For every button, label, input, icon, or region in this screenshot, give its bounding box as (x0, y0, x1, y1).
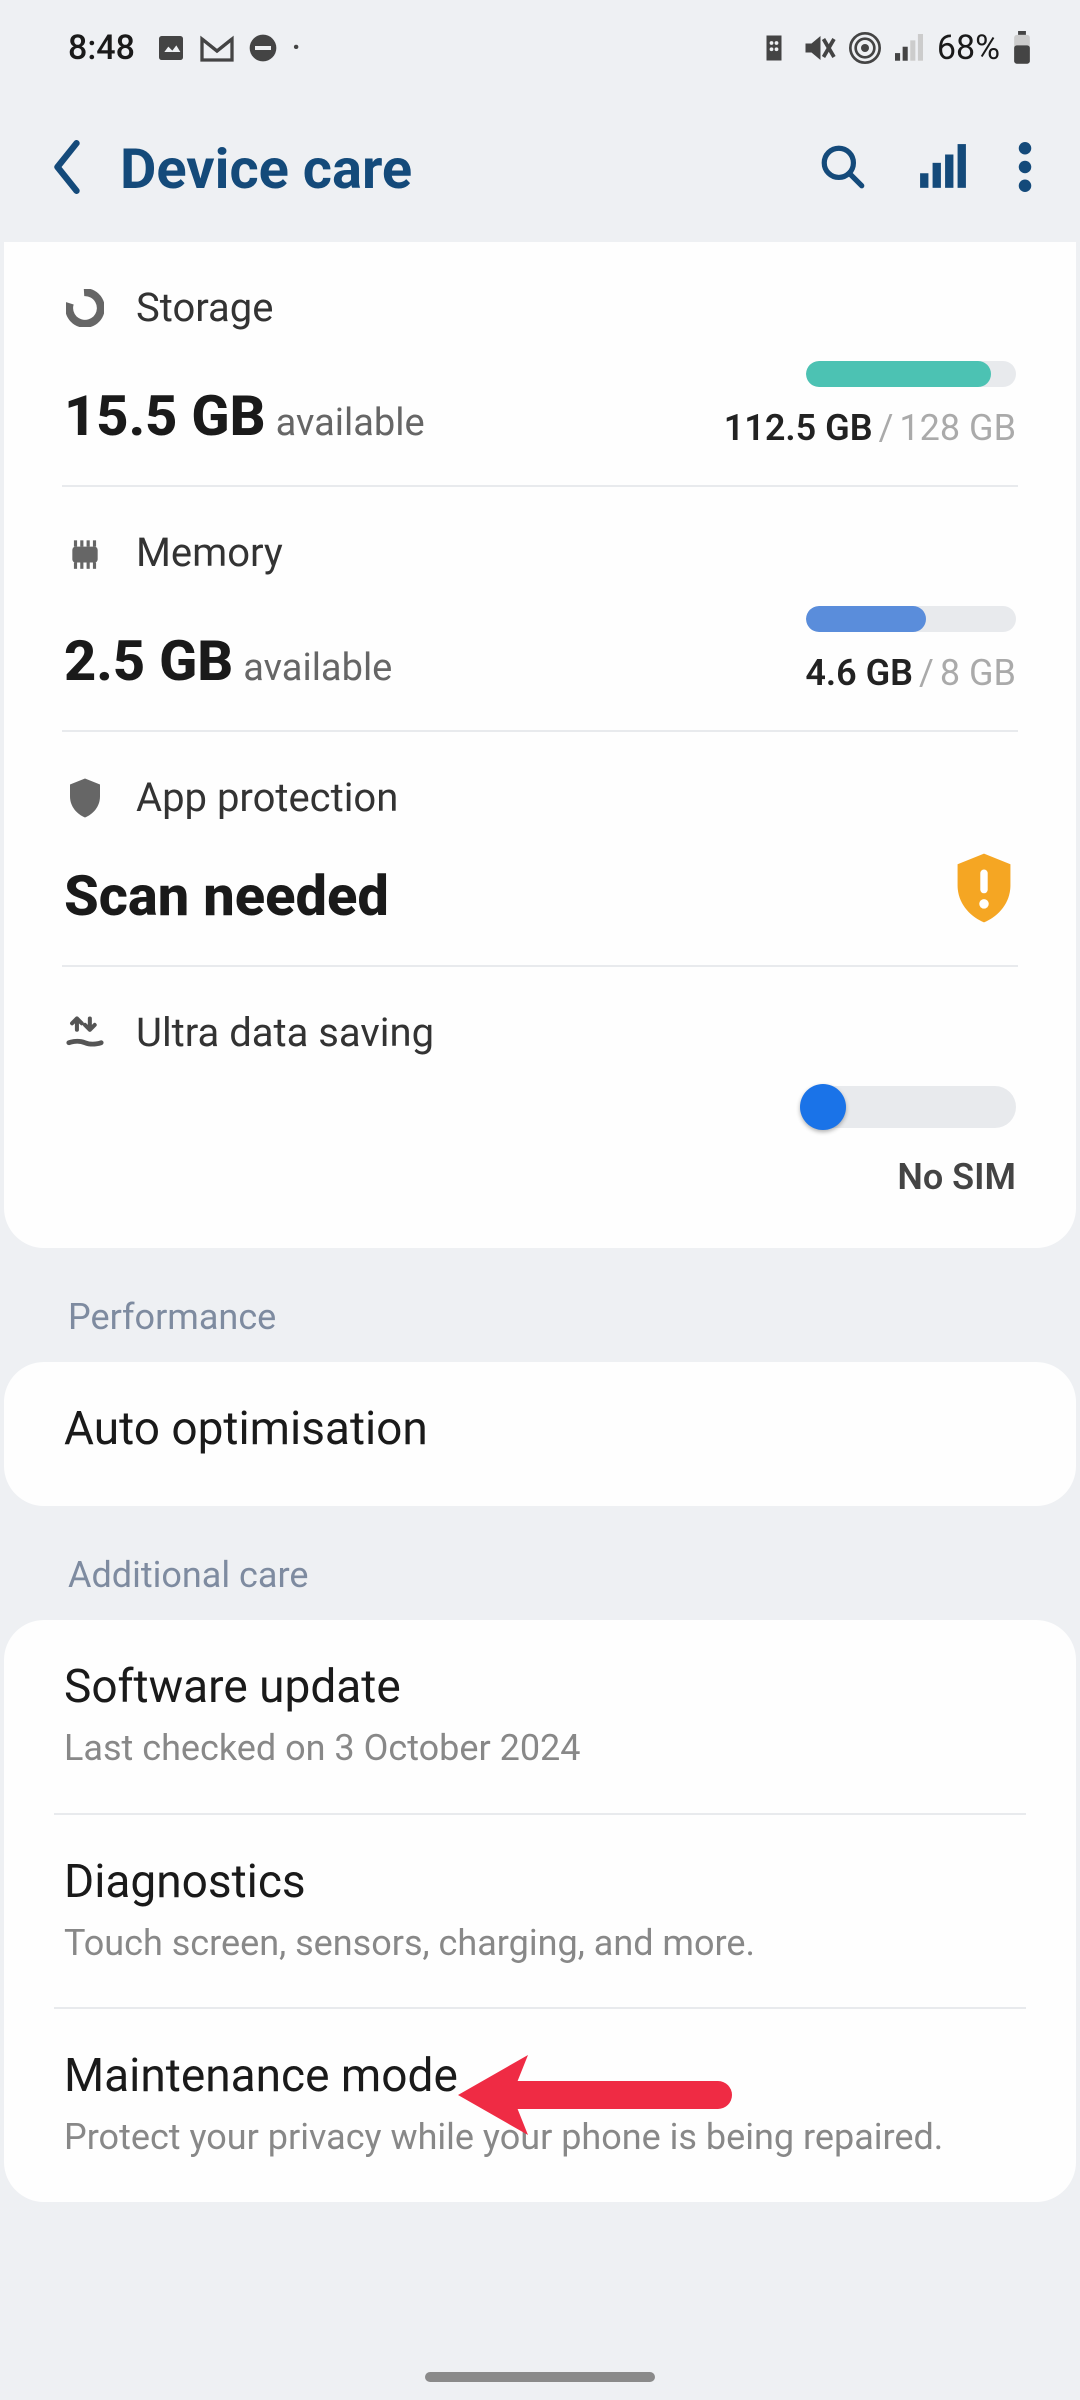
shield-icon (64, 777, 106, 819)
memory-row[interactable]: Memory 2.5 GBavailable 4.6 GB/8 GB (4, 487, 1076, 730)
software-update-row[interactable]: Software update Last checked on 3 Octobe… (4, 1620, 1076, 1813)
maintenance-sub: Protect your privacy while your phone is… (64, 2113, 1016, 2162)
ultra-row[interactable]: Ultra data saving No SIM (4, 967, 1076, 1248)
header-actions (818, 142, 1032, 196)
data-saving-icon (64, 1012, 106, 1054)
software-title: Software update (64, 1660, 1016, 1714)
performance-header: Performance (0, 1248, 1080, 1362)
protection-status: Scan needed (64, 863, 389, 929)
maintenance-row[interactable]: Maintenance mode Protect your privacy wh… (4, 2009, 1076, 2202)
overflow-button[interactable] (1018, 142, 1032, 196)
ultra-label: Ultra data saving (136, 1009, 434, 1056)
auto-opt-title: Auto optimisation (64, 1402, 1016, 1456)
memory-label: Memory (136, 529, 283, 576)
status-left: 8:48 · (68, 28, 301, 68)
diagnostics-title: Diagnostics (64, 1855, 1016, 1909)
maintenance-title: Maintenance mode (64, 2049, 1016, 2103)
additional-header: Additional care (0, 1506, 1080, 1620)
gmail-icon (199, 32, 235, 64)
battery-icon (1012, 31, 1032, 65)
mute-icon (801, 33, 837, 63)
gallery-icon (155, 32, 187, 64)
search-button[interactable] (818, 142, 868, 196)
signal-icon (893, 34, 925, 62)
memory-bar (806, 606, 1016, 632)
summary-card: Storage 15.5 GBavailable 112.5 GB/128 GB… (4, 242, 1076, 1248)
storage-label: Storage (136, 284, 273, 331)
additional-card: Software update Last checked on 3 Octobe… (4, 1620, 1076, 2202)
storage-row[interactable]: Storage 15.5 GBavailable 112.5 GB/128 GB (4, 242, 1076, 485)
diagnostics-sub: Touch screen, sensors, charging, and mor… (64, 1919, 1016, 1968)
storage-bar (806, 361, 1016, 387)
no-sim-text: No SIM (64, 1156, 1016, 1198)
storage-suffix: available (276, 401, 425, 445)
auto-opt-card: Auto optimisation (4, 1362, 1076, 1506)
sim-icon (759, 33, 789, 63)
memory-value: 2.5 GB (64, 628, 233, 694)
memory-suffix: available (243, 646, 392, 690)
usage-button[interactable] (918, 144, 968, 194)
storage-value: 15.5 GB (64, 383, 266, 449)
shield-alert-icon (952, 851, 1016, 929)
dnd-icon (247, 32, 279, 64)
storage-icon (64, 287, 106, 329)
status-time: 8:48 (68, 28, 135, 68)
ultra-toggle[interactable] (804, 1086, 1016, 1128)
status-bar: 8:48 · 68% (0, 0, 1080, 86)
back-button[interactable] (50, 140, 84, 198)
memory-usage: 4.6 GB/8 GB (805, 652, 1016, 694)
diagnostics-row[interactable]: Diagnostics Touch screen, sensors, charg… (4, 1815, 1076, 2008)
status-right: 68% (759, 28, 1032, 68)
software-sub: Last checked on 3 October 2024 (64, 1724, 1016, 1773)
memory-icon (64, 532, 106, 574)
auto-optimisation-row[interactable]: Auto optimisation (4, 1362, 1076, 1506)
protection-row[interactable]: App protection Scan needed (4, 732, 1076, 965)
hotspot-icon (849, 32, 881, 64)
storage-usage: 112.5 GB/128 GB (724, 407, 1016, 449)
battery-percent: 68% (937, 28, 1000, 68)
protection-label: App protection (136, 774, 398, 821)
page-title: Device care (120, 136, 782, 202)
header: Device care (0, 86, 1080, 242)
gesture-bar[interactable] (425, 2372, 655, 2382)
